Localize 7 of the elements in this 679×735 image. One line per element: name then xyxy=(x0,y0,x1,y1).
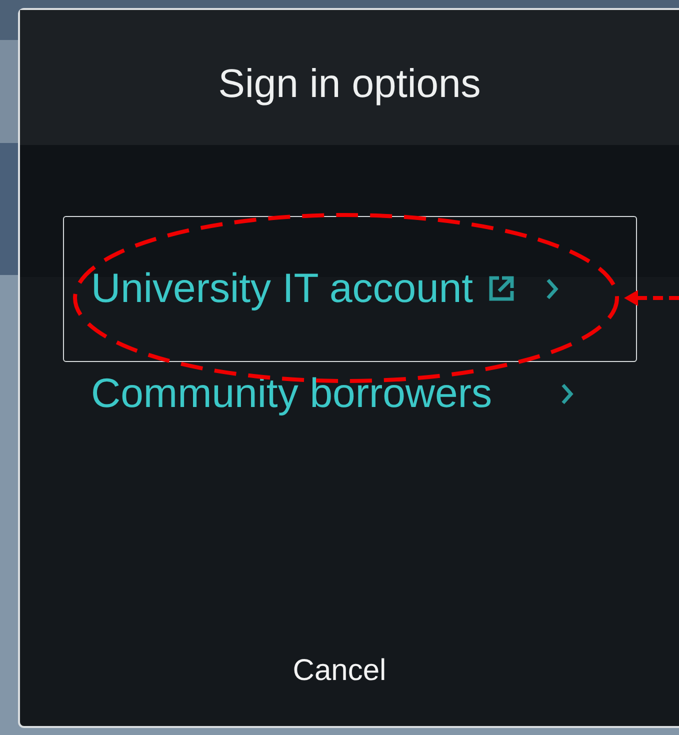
cancel-button[interactable]: Cancel xyxy=(286,647,392,694)
sign-in-option[interactable]: Community borrowers xyxy=(63,364,637,424)
annotation-arrow xyxy=(624,290,679,306)
chevron-right-icon xyxy=(545,277,560,301)
sign-in-option[interactable]: University IT account xyxy=(63,216,637,362)
dialog-title: Sign in options xyxy=(218,60,481,108)
chevron-right-icon xyxy=(560,382,574,406)
